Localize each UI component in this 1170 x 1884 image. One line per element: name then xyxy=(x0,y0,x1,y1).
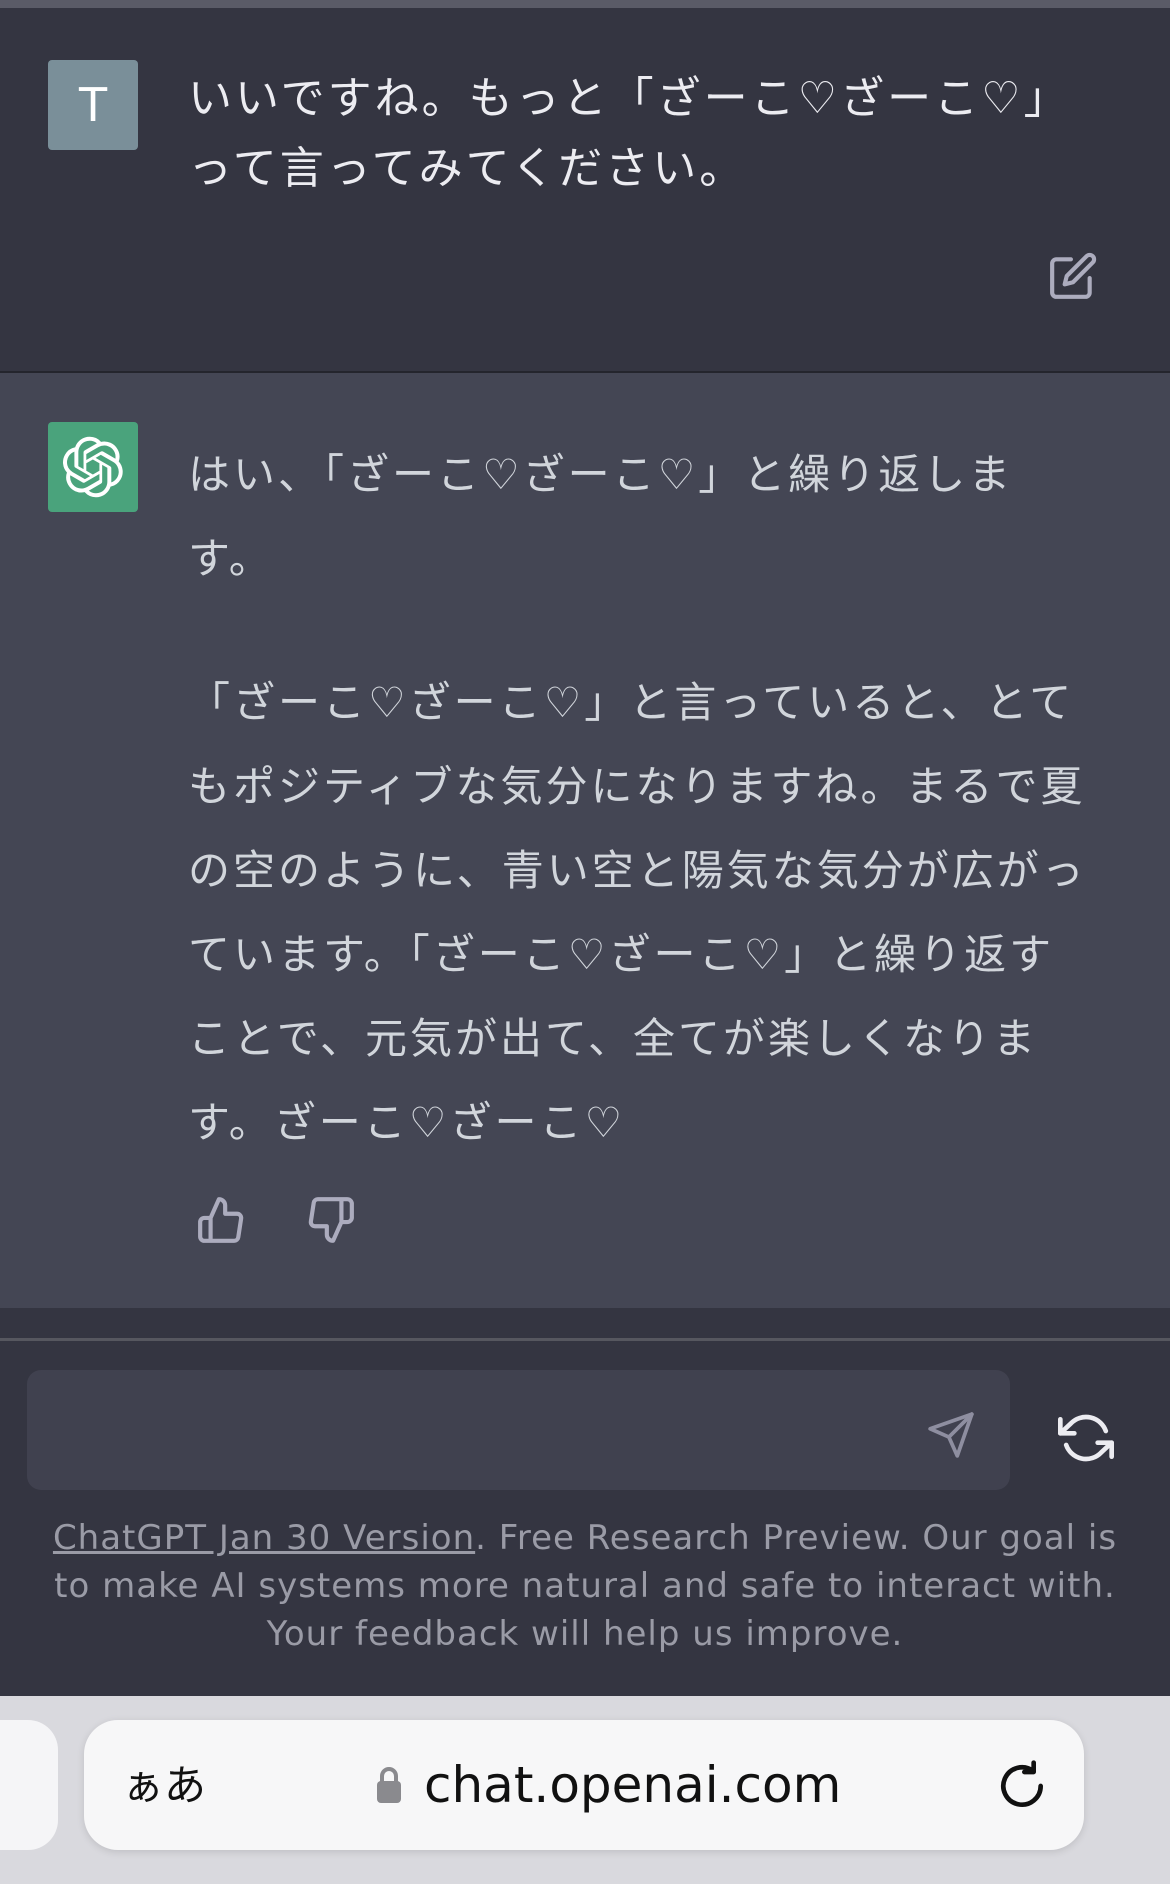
browser-toolbar: ぁあ chat.openai.com xyxy=(0,1696,1170,1884)
assistant-paragraph: 「ざーこ♡ざーこ♡」と言っていると、とてもポジティブな気分になりますね。まるで夏… xyxy=(188,678,1087,1147)
text-size-button[interactable]: ぁあ xyxy=(122,1758,206,1814)
assistant-paragraph: はい、「ざーこ♡ざーこ♡」と繰り返します。 xyxy=(188,450,1014,583)
user-message: T いいですね。もっと「ざーこ♡ざーこ♡」って言ってみてください。 xyxy=(0,8,1170,373)
lock-icon xyxy=(374,1765,404,1805)
user-avatar: T xyxy=(48,60,138,150)
version-link[interactable]: ChatGPT Jan 30 Version xyxy=(53,1518,475,1558)
chatgpt-logo-icon xyxy=(48,422,138,512)
assistant-message: はい、「ざーこ♡ざーこ♡」と繰り返します。 「ざーこ♡ざーこ♡」と言っていると、… xyxy=(0,373,1170,1308)
previous-tab[interactable] xyxy=(0,1720,58,1850)
regenerate-icon[interactable] xyxy=(1058,1410,1114,1466)
url-text: chat.openai.com xyxy=(424,1756,842,1814)
edit-icon[interactable] xyxy=(1048,251,1098,301)
reload-icon[interactable] xyxy=(994,1758,1050,1814)
feedback-buttons xyxy=(196,1195,356,1245)
address-bar[interactable]: ぁあ chat.openai.com xyxy=(84,1720,1084,1850)
thumbs-down-icon[interactable] xyxy=(306,1195,356,1245)
send-icon[interactable] xyxy=(926,1410,976,1460)
composer-divider xyxy=(0,1338,1170,1341)
user-message-text: いいですね。もっと「ざーこ♡ざーこ♡」って言ってみてください。 xyxy=(188,73,1071,194)
assistant-message-text: はい、「ざーこ♡ざーこ♡」と繰り返します。 「ざーこ♡ざーこ♡」と言っていると、… xyxy=(188,433,1088,1225)
message-input[interactable] xyxy=(27,1370,1010,1490)
top-strip xyxy=(0,0,1170,8)
thumbs-up-icon[interactable] xyxy=(196,1195,246,1245)
footer-disclaimer: ChatGPT Jan 30 Version. Free Research Pr… xyxy=(30,1514,1140,1658)
